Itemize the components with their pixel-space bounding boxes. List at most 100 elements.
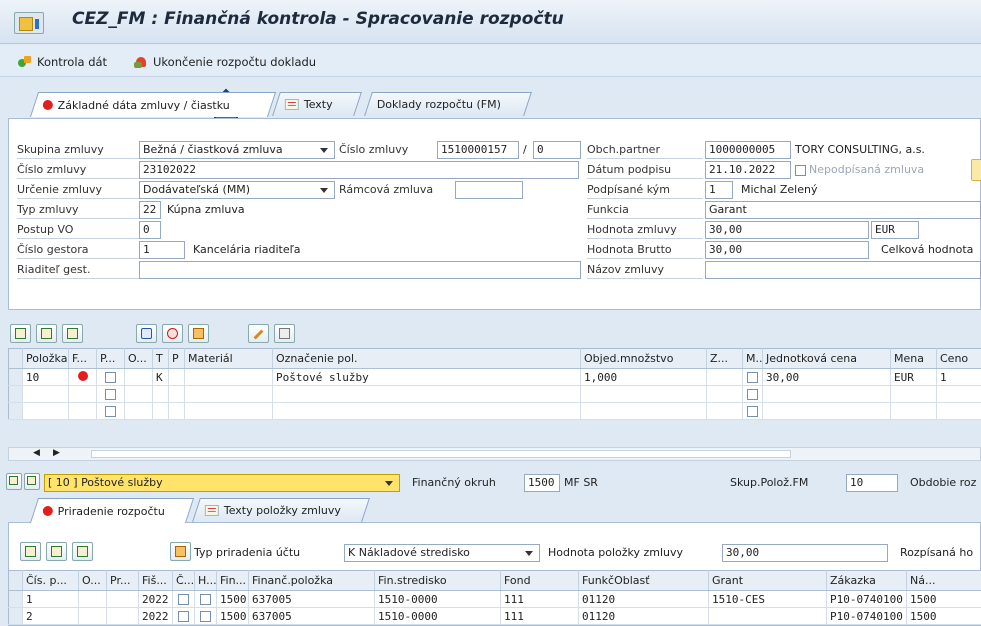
- item-select[interactable]: [ 10 ] Poštové služby: [44, 474, 400, 492]
- checkbox-cell[interactable]: [96, 368, 125, 386]
- zakazka-cell[interactable]: P10-0740100: [826, 590, 907, 608]
- t-cell[interactable]: K: [152, 368, 169, 386]
- urcenie-select[interactable]: Dodávateľská (MM): [139, 181, 335, 199]
- col-header[interactable]: Č...: [172, 570, 195, 591]
- gestor-code-field[interactable]: 1: [139, 241, 185, 259]
- empty-cell[interactable]: [184, 402, 273, 420]
- delete-row-button[interactable]: [136, 324, 157, 343]
- col-header[interactable]: O...: [124, 348, 153, 369]
- empty-cell[interactable]: [22, 385, 69, 403]
- polozka-cell[interactable]: 10: [22, 368, 69, 386]
- empty-cell[interactable]: [124, 385, 153, 403]
- mnozstvo-cell[interactable]: 1,000: [580, 368, 707, 386]
- oznacenie-cell[interactable]: Poštové služby: [272, 368, 581, 386]
- postup-field[interactable]: 0: [139, 221, 161, 239]
- c-checkbox[interactable]: [178, 594, 189, 605]
- empty-cell[interactable]: [580, 385, 707, 403]
- cena-cell[interactable]: 30,00: [762, 368, 891, 386]
- cislo-field[interactable]: 23102022: [139, 161, 579, 179]
- scroll-right-icon[interactable]: ▶: [53, 448, 60, 458]
- fis-cell[interactable]: 2022: [138, 607, 173, 625]
- podpisane-code-field[interactable]: 1: [705, 181, 733, 199]
- table-row[interactable]: [8, 385, 981, 403]
- empty-cell[interactable]: [890, 402, 937, 420]
- h-checkbox[interactable]: [200, 594, 211, 605]
- table-row[interactable]: 1 2022 1500 637005 1510-0000 111 01120 1…: [8, 590, 981, 608]
- menu-icon[interactable]: [14, 12, 44, 34]
- fin-okruh-field[interactable]: 1500: [524, 474, 560, 492]
- append-row-button[interactable]: [46, 542, 67, 561]
- zakazka-cell[interactable]: P10-0740100: [826, 607, 907, 625]
- typ-priradenia-select[interactable]: K Nákladové stredisko: [344, 544, 540, 562]
- grant-cell[interactable]: 1510-CES: [708, 590, 827, 608]
- empty-cell[interactable]: [68, 385, 97, 403]
- col-header[interactable]: Fond: [500, 570, 579, 591]
- close-budget-button[interactable]: Ukončenie rozpočtu dokladu: [134, 53, 316, 71]
- funk-cell[interactable]: 01120: [578, 607, 709, 625]
- empty-cell[interactable]: [706, 402, 743, 420]
- pr-cell[interactable]: [106, 590, 139, 608]
- table-row[interactable]: 10 K Poštové služby 1,000 30,00 EUR 1: [8, 368, 981, 386]
- col-header[interactable]: Jednotková cena: [762, 348, 891, 369]
- col-header[interactable]: F...: [68, 348, 97, 369]
- unsigned-checkbox[interactable]: [795, 165, 806, 176]
- empty-cell[interactable]: [168, 402, 185, 420]
- grant-cell[interactable]: [708, 607, 827, 625]
- empty-cell[interactable]: [22, 402, 69, 420]
- empty-cell[interactable]: [580, 402, 707, 420]
- checkbox-cell[interactable]: [96, 402, 125, 420]
- c-cell[interactable]: [172, 590, 195, 608]
- na-cell[interactable]: 1500: [906, 607, 981, 625]
- col-header[interactable]: Ná...: [906, 570, 981, 591]
- funkcia-field[interactable]: Garant: [705, 201, 981, 219]
- col-header[interactable]: Objed.množstvo: [580, 348, 707, 369]
- m-checkbox[interactable]: [747, 406, 758, 417]
- datum-field[interactable]: 21.10.2022: [705, 161, 791, 179]
- material-cell[interactable]: [184, 368, 273, 386]
- empty-cell[interactable]: [152, 385, 169, 403]
- col-header[interactable]: P: [168, 348, 185, 369]
- edit-button[interactable]: [248, 324, 269, 343]
- m-cell[interactable]: [742, 385, 763, 403]
- fis-cell[interactable]: 2022: [138, 590, 173, 608]
- brutto-field[interactable]: 30,00: [705, 241, 869, 259]
- col-header[interactable]: Zákazka: [826, 570, 907, 591]
- col-header[interactable]: Mena: [890, 348, 937, 369]
- cancel-row-button[interactable]: [162, 324, 183, 343]
- tab-texts[interactable]: Texty: [272, 92, 362, 116]
- row-selector[interactable]: [8, 590, 23, 608]
- fond-cell[interactable]: 111: [500, 590, 579, 608]
- row-checkbox[interactable]: [105, 372, 116, 383]
- col-header[interactable]: Z...: [706, 348, 743, 369]
- empty-cell[interactable]: [168, 385, 185, 403]
- col-header[interactable]: Fin...: [216, 570, 249, 591]
- col-header[interactable]: Pr...: [106, 570, 139, 591]
- col-header[interactable]: H...: [194, 570, 217, 591]
- cislo-zmluvy-field[interactable]: 1510000157: [437, 141, 519, 159]
- p-cell[interactable]: [168, 368, 185, 386]
- append-row-button[interactable]: [36, 324, 57, 343]
- row-selector[interactable]: [8, 402, 23, 420]
- empty-cell[interactable]: [936, 385, 981, 403]
- table-row[interactable]: [8, 402, 981, 420]
- tab-basic-data[interactable]: Základné dáta zmluvy / čiastku: [29, 92, 277, 117]
- na-cell[interactable]: 1500: [906, 590, 981, 608]
- select-all-cell[interactable]: [8, 570, 23, 591]
- row-checkbox[interactable]: [105, 406, 116, 417]
- scroll-left-icon[interactable]: ◀: [33, 448, 40, 458]
- pr-cell[interactable]: [106, 607, 139, 625]
- next-item-button[interactable]: [24, 473, 40, 490]
- m-checkbox[interactable]: [747, 389, 758, 400]
- details-button[interactable]: [10, 324, 31, 343]
- col-header[interactable]: FunkčOblasť: [578, 570, 709, 591]
- empty-cell[interactable]: [272, 385, 581, 403]
- empty-cell[interactable]: [124, 402, 153, 420]
- split-button[interactable]: [72, 542, 93, 561]
- empty-cell[interactable]: [762, 402, 891, 420]
- col-header[interactable]: Fiš...: [138, 570, 173, 591]
- col-header[interactable]: Čís. p...: [22, 570, 79, 591]
- col-header[interactable]: T: [152, 348, 169, 369]
- checkbox-cell[interactable]: [96, 385, 125, 403]
- col-header[interactable]: Materiál: [184, 348, 273, 369]
- h-cell[interactable]: [194, 607, 217, 625]
